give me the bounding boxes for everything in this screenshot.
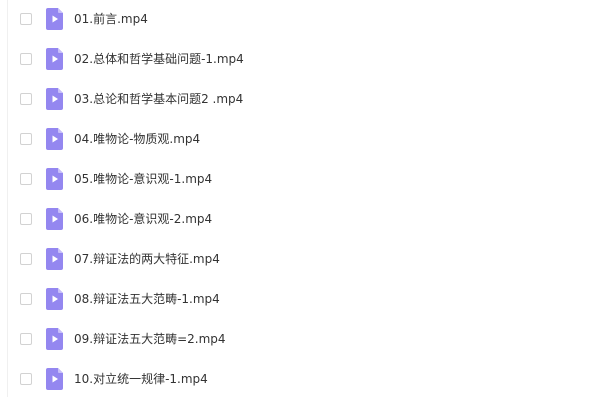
file-row[interactable]: 08.辩证法五大范畴-1.mp4 (0, 285, 607, 315)
video-file-icon (46, 368, 63, 390)
video-file-icon (46, 128, 63, 150)
file-name[interactable]: 09.辩证法五大范畴=2.mp4 (74, 330, 226, 348)
file-name[interactable]: 04.唯物论-物质观.mp4 (74, 130, 200, 148)
file-name[interactable]: 02.总体和哲学基础问题-1.mp4 (74, 50, 244, 68)
file-name[interactable]: 10.对立统一规律-1.mp4 (74, 370, 208, 388)
file-name[interactable]: 08.辩证法五大范畴-1.mp4 (74, 290, 220, 308)
video-file-icon (46, 288, 63, 310)
file-row[interactable]: 05.唯物论-意识观-1.mp4 (0, 165, 607, 195)
file-name[interactable]: 05.唯物论-意识观-1.mp4 (74, 170, 212, 188)
row-checkbox[interactable] (20, 133, 32, 145)
video-file-icon (46, 8, 63, 30)
file-row[interactable]: 04.唯物论-物质观.mp4 (0, 125, 607, 155)
video-file-icon (46, 168, 63, 190)
video-file-icon (46, 248, 63, 270)
file-name[interactable]: 03.总论和哲学基本问题2 .mp4 (74, 90, 243, 108)
video-file-icon (46, 328, 63, 350)
file-row[interactable]: 01.前言.mp4 (0, 5, 607, 35)
file-row[interactable]: 09.辩证法五大范畴=2.mp4 (0, 325, 607, 355)
file-name[interactable]: 06.唯物论-意识观-2.mp4 (74, 210, 212, 228)
file-row[interactable]: 03.总论和哲学基本问题2 .mp4 (0, 85, 607, 115)
file-row[interactable]: 02.总体和哲学基础问题-1.mp4 (0, 45, 607, 75)
file-row[interactable]: 10.对立统一规律-1.mp4 (0, 365, 607, 395)
video-file-icon (46, 88, 63, 110)
file-name[interactable]: 07.辩证法的两大特征.mp4 (74, 250, 220, 268)
row-checkbox[interactable] (20, 53, 32, 65)
file-row[interactable]: 06.唯物论-意识观-2.mp4 (0, 205, 607, 235)
row-checkbox[interactable] (20, 13, 32, 25)
row-checkbox[interactable] (20, 213, 32, 225)
row-checkbox[interactable] (20, 293, 32, 305)
video-file-icon (46, 208, 63, 230)
row-checkbox[interactable] (20, 173, 32, 185)
row-checkbox[interactable] (20, 93, 32, 105)
video-file-icon (46, 48, 63, 70)
file-name[interactable]: 01.前言.mp4 (74, 10, 148, 28)
row-checkbox[interactable] (20, 333, 32, 345)
file-row[interactable]: 07.辩证法的两大特征.mp4 (0, 245, 607, 275)
row-checkbox[interactable] (20, 253, 32, 265)
row-checkbox[interactable] (20, 373, 32, 385)
